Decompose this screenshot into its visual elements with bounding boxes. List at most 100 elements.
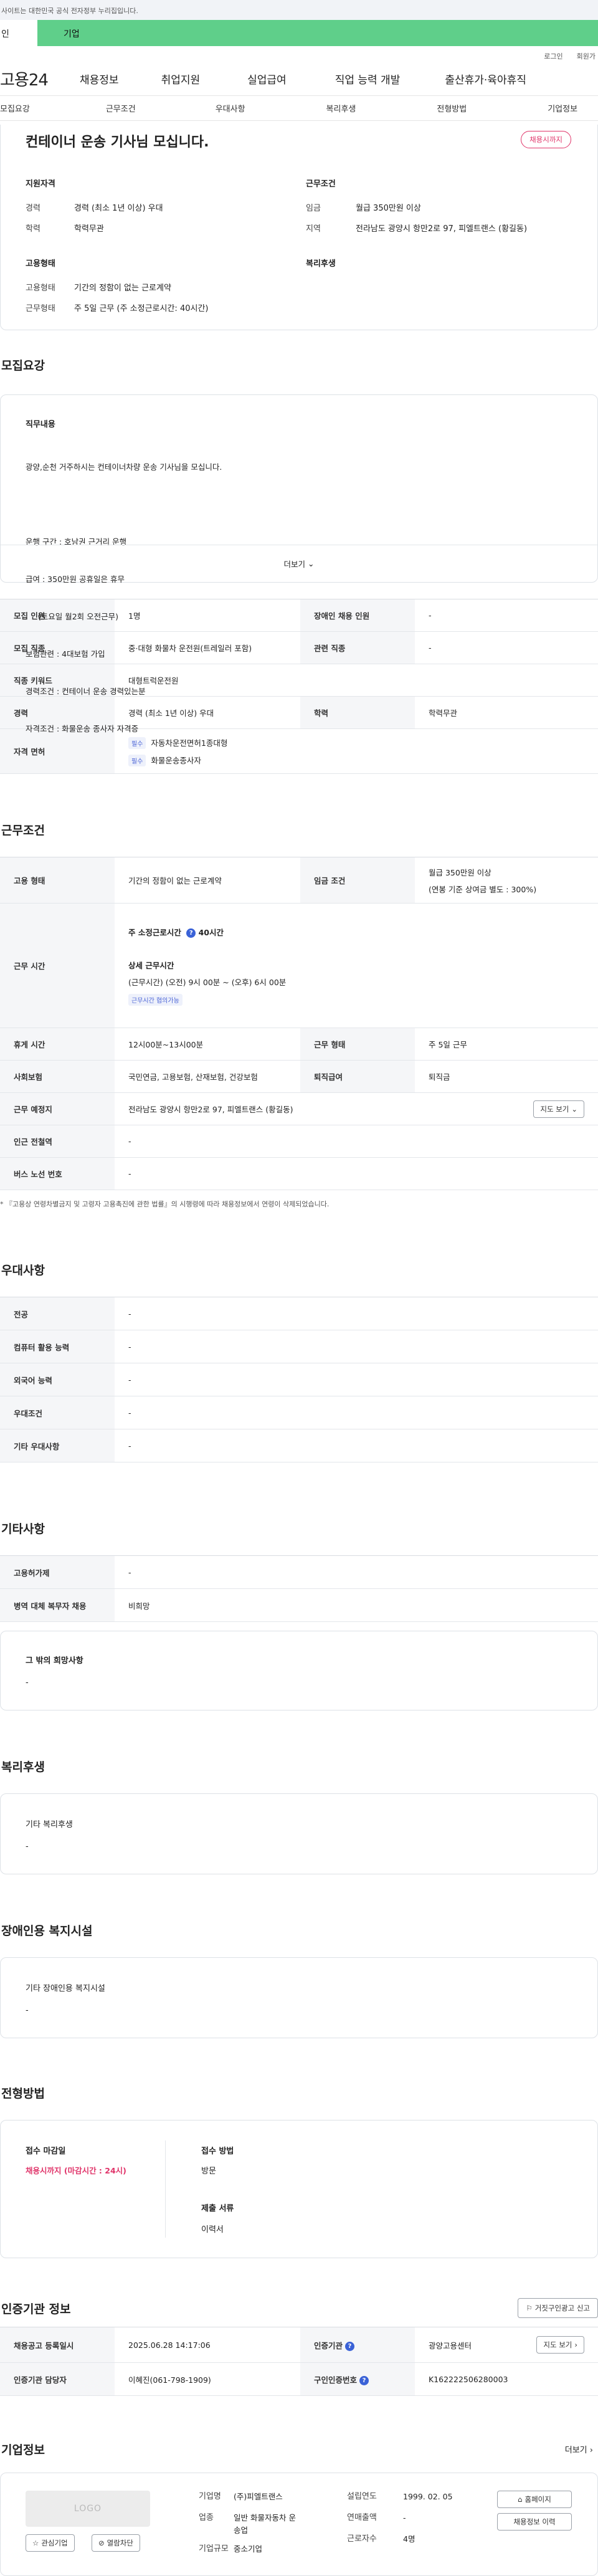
gnb-item-skill-development[interactable]: 직업 능력 개발 (335, 71, 401, 87)
qual-block: 지원자격 경력 경력 (최소 1년 이상) 우대 학력 학력무관 (26, 177, 163, 234)
interest-button[interactable]: ☆ 관심기업 (26, 2534, 75, 2552)
loc-value: 전라남도 광양시 항만2로 97, 피엘트랜스 (황길동) (356, 224, 528, 234)
cell-label: 기타 우대사항 (0, 1429, 115, 1462)
cell-value: - (115, 1157, 598, 1190)
cell-label: 근무 시간 (0, 903, 115, 1028)
cell-label: 병역 대체 복무자 채용 (0, 1588, 115, 1622)
welfare-title: 복리후생 (1, 1760, 45, 1774)
tab-company[interactable]: 기업 (37, 20, 598, 46)
docs-value: 이력서 (201, 2225, 224, 2235)
company-info-left: 기업명 (주)피엘트랜스 업종 일반 화물자동차 운송업 기업규모 중소기업 (199, 2491, 296, 2555)
org-label: 인증기관 (314, 2340, 343, 2350)
gnb-item-employment-support[interactable]: 취업지원 (161, 71, 201, 87)
wage-label: 임금 (306, 204, 321, 213)
cell-value: - (415, 631, 598, 664)
info-icon[interactable]: ? (186, 928, 196, 938)
recruit-title: 모집요강 (1, 359, 45, 373)
tab-personal[interactable]: 인 (0, 20, 37, 46)
cell-label: 인증기관 담당자 (0, 2362, 115, 2396)
snb-company[interactable]: 기업정보 (548, 102, 577, 114)
snb-prefer[interactable]: 우대사항 (216, 102, 245, 114)
snb-process[interactable]: 전형방법 (437, 102, 467, 114)
docs-heading: 제출 서류 (201, 2204, 234, 2213)
employees-label: 근로자수 (347, 2534, 377, 2544)
company-more-link[interactable]: 더보기 › (565, 2443, 598, 2455)
employees-value: 4명 (403, 2534, 415, 2544)
cell-label: 컴퓨터 활용 능력 (0, 1330, 115, 1363)
snb-welfare[interactable]: 복리후생 (326, 102, 356, 114)
cell-value: - (115, 1555, 598, 1589)
etc-title: 기타사항 (1, 1522, 45, 1536)
report-button[interactable]: ⚐ 거짓구인광고 신고 (518, 2298, 598, 2318)
info-icon[interactable]: ? (345, 2341, 355, 2351)
homepage-button[interactable]: ⌂ 홈페이지 (497, 2491, 572, 2508)
section-nav: 모집요강 근무조건 우대사항 복리후생 전형방법 기업정보 (0, 96, 598, 121)
company-card: LOGO ☆ 관심기업 ⊘ 열람차단 기업명 (주)피엘트랜스 업종 일반 화물자동차 … (0, 2473, 598, 2576)
duty-line (26, 499, 222, 511)
gov-banner-text: 사이트는 대한민국 공식 전자정부 누리집입니다. (1, 7, 138, 15)
more-label: 더보기 (283, 560, 306, 569)
block-button[interactable]: ⊘ 열람차단 (92, 2534, 140, 2552)
cell-value: 학력무관 (415, 696, 598, 729)
map-button[interactable]: 지도 보기 ⌄ (533, 1100, 584, 1118)
facility-heading: 기타 장애인용 복지시설 (26, 1984, 105, 1993)
work-type-label: 근무형태 (26, 304, 55, 313)
agency-map-button[interactable]: 지도 보기 › (536, 2336, 584, 2354)
method-value: 방문 (201, 2167, 216, 2176)
info-icon[interactable]: ? (359, 2375, 369, 2385)
facility-card: 기타 장애인용 복지시설 - (0, 1957, 598, 2038)
cell-label: 고용허가제 (0, 1555, 115, 1589)
snb-recruit[interactable]: 모집요강 (0, 102, 30, 114)
gnb-item-jobs[interactable]: 채용정보 (80, 71, 119, 87)
cell-value: 12시00분~13시00분 (115, 1028, 300, 1061)
org-value: 광양고용센터 (429, 2340, 472, 2350)
cell-label: 장애인 채용 인원 (300, 599, 415, 632)
company-logo: LOGO (26, 2491, 150, 2527)
company-more-label: 더보기 (564, 2446, 587, 2455)
org-cell: 광양고용센터 지도 보기 › (415, 2327, 598, 2363)
wish-card: 그 밖의 희망사항 - (0, 1631, 598, 1710)
map-button-label: 지도 보기 (543, 2340, 572, 2349)
gnb-item-parental-leave[interactable]: 출산휴가·육아휴직 (445, 71, 526, 87)
cell-value: K162222506280003 (415, 2362, 598, 2396)
cell-label: 고용 형태 (0, 857, 115, 904)
welfare-heading: 기타 복리후생 (26, 1820, 73, 1829)
exp-value: 경력 (최소 1년 이상) 우대 (74, 204, 163, 213)
cell-label: 임금 조건 (300, 857, 415, 904)
cell-value: - (115, 1363, 598, 1396)
exp-label: 경력 (26, 204, 40, 213)
duty-line: 자격조건 : 화물운송 종사자 자격증 (26, 724, 139, 733)
signup-link[interactable]: 회원가 (577, 51, 596, 62)
agency-title: 인증기관 정보 (1, 2302, 71, 2316)
snb-conditions[interactable]: 근무조건 (106, 102, 136, 114)
loc-label: 지역 (306, 224, 321, 234)
cell-value: - (115, 1297, 598, 1330)
site-logo[interactable]: 고용24 (0, 67, 78, 90)
wage-value: 월급 350만원 이상 (356, 204, 421, 213)
cell-value: - (115, 1125, 598, 1158)
conditions-table: 고용 형태 기간의 정함이 없는 근로계약 임금 조건 월급 350만원 이상 … (0, 857, 598, 1190)
place-cell: 전라남도 광양시 항만2로 97, 피엘트랜스 (황길동) 지도 보기 ⌄ (115, 1092, 598, 1125)
founded-value: 1999. 02. 05 (403, 2492, 453, 2501)
global-nav: 고용24 채용정보 취업지원 실업급여 직업 능력 개발 출산휴가·육아휴직 (0, 62, 598, 96)
cell-value: 비희망 (115, 1588, 598, 1622)
cell-value: - (115, 1330, 598, 1363)
divider (165, 2140, 166, 2238)
more-button[interactable]: 더보기 ⌄ (1, 545, 597, 582)
detail-value: (근무시간) (오전) 9시 00분 ~ (오후) 6시 00분 (128, 977, 287, 987)
gnb-item-unemployment-benefit[interactable]: 실업급여 (247, 71, 287, 87)
login-link[interactable]: 로그인 (544, 51, 562, 62)
method-heading: 접수 방법 (201, 2147, 234, 2156)
company-name-value: (주)피엘트랜스 (234, 2492, 283, 2501)
job-title: 컨테이너 운송 기사님 모십니다. (26, 135, 209, 150)
cell-value: 2025.06.28 14:17:06 (115, 2327, 300, 2363)
cell-value: - (415, 599, 598, 632)
duty-heading: 직무내용 (26, 420, 55, 429)
history-button[interactable]: 채용정보 이력 (497, 2513, 572, 2531)
size-label: 기업규모 (199, 2544, 229, 2554)
cell-value: 국민연금, 고용보험, 산재보험, 건강보험 (115, 1060, 300, 1093)
cell-label: 근무 예정지 (0, 1092, 115, 1125)
chevron-right-icon: › (574, 2340, 577, 2349)
block-label: 열람차단 (107, 2539, 133, 2547)
place-value: 전라남도 광양시 항만2로 97, 피엘트랜스 (황길동) (128, 1105, 293, 1114)
